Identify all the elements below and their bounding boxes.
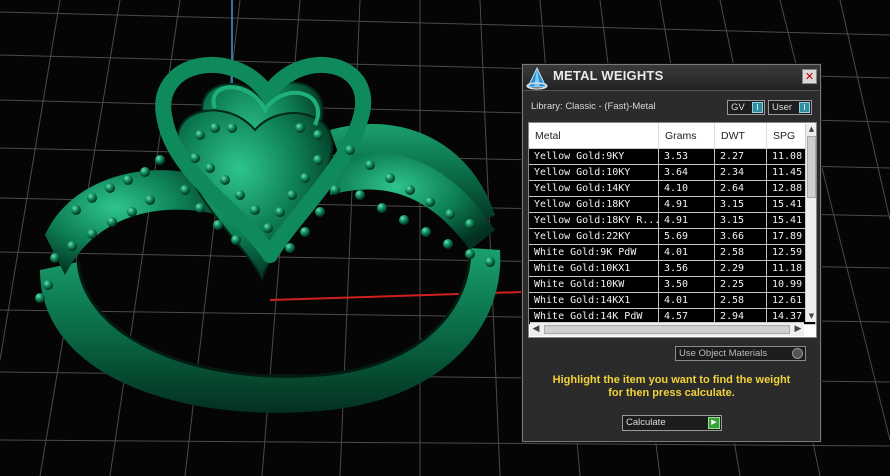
dwt-cell: 2.25 bbox=[715, 277, 767, 292]
grams-cell: 4.91 bbox=[659, 197, 715, 212]
use-object-materials-label: Use Object Materials bbox=[679, 348, 768, 359]
horizontal-scroll-thumb[interactable] bbox=[544, 325, 790, 334]
library-bar: Library: Classic - (Fast)-Metal GV I Use… bbox=[523, 91, 820, 121]
grams-cell: 4.10 bbox=[659, 181, 715, 196]
user-toggle-label: User bbox=[772, 102, 793, 113]
table-row[interactable]: Yellow Gold:18KY 4.91 3.15 15.41 bbox=[529, 197, 816, 213]
metal-cell: Yellow Gold:18KY bbox=[529, 197, 659, 212]
horizontal-scrollbar[interactable]: ◀ ▶ bbox=[530, 322, 804, 336]
grams-cell: 3.53 bbox=[659, 149, 715, 164]
pyramid-logo-icon bbox=[526, 66, 548, 90]
metal-cell: Yellow Gold:14KY bbox=[529, 181, 659, 196]
calculate-label: Calculate bbox=[626, 417, 666, 428]
grams-cell: 4.01 bbox=[659, 293, 715, 308]
instructions-text: Highlight the item you want to find the … bbox=[533, 374, 810, 400]
dwt-cell: 3.15 bbox=[715, 213, 767, 228]
instructions-line-1: Highlight the item you want to find the … bbox=[552, 374, 791, 386]
table-row[interactable]: White Gold:14KX1 4.01 2.58 12.61 bbox=[529, 293, 816, 309]
close-button[interactable]: ✕ bbox=[802, 69, 817, 84]
library-label: Library: Classic - (Fast)-Metal bbox=[531, 101, 656, 112]
column-header-dwt[interactable]: DWT bbox=[715, 123, 767, 149]
metal-cell: Yellow Gold:10KY bbox=[529, 165, 659, 180]
dwt-cell: 2.58 bbox=[715, 293, 767, 308]
dwt-cell: 3.15 bbox=[715, 197, 767, 212]
scroll-down-icon[interactable]: ▼ bbox=[806, 311, 816, 322]
ring-model bbox=[40, 56, 501, 413]
table-body: Yellow Gold:9KY 3.53 2.27 11.08 Yellow Gold:… bbox=[529, 149, 816, 325]
use-object-materials-toggle[interactable]: Use Object Materials bbox=[675, 346, 806, 361]
panel-title: METAL WEIGHTS bbox=[553, 68, 664, 83]
metal-cell: White Gold:10KW bbox=[529, 277, 659, 292]
scroll-left-icon[interactable]: ◀ bbox=[530, 323, 542, 336]
gv-toggle-label: GV bbox=[731, 102, 745, 113]
instructions-line-2: for then press calculate. bbox=[608, 387, 735, 399]
vertical-scrollbar[interactable]: ▲ ▼ bbox=[805, 124, 816, 322]
metal-cell: White Gold:9K PdW bbox=[529, 245, 659, 260]
radio-icon bbox=[792, 348, 803, 359]
grams-cell: 5.69 bbox=[659, 229, 715, 244]
table-row[interactable]: Yellow Gold:10KY 3.64 2.34 11.45 bbox=[529, 165, 816, 181]
grams-cell: 4.91 bbox=[659, 213, 715, 228]
dwt-cell: 2.58 bbox=[715, 245, 767, 260]
grams-cell: 3.64 bbox=[659, 165, 715, 180]
panel-titlebar[interactable]: METAL WEIGHTS ✕ bbox=[523, 65, 820, 91]
table-row[interactable]: White Gold:10KW 3.50 2.25 10.99 bbox=[529, 277, 816, 293]
gv-toggle[interactable]: GV I bbox=[727, 100, 765, 115]
table-row[interactable]: Yellow Gold:18KY R... 4.91 3.15 15.41 bbox=[529, 213, 816, 229]
grams-cell: 3.56 bbox=[659, 261, 715, 276]
dwt-cell: 3.66 bbox=[715, 229, 767, 244]
metal-weights-panel: METAL WEIGHTS ✕ Library: Classic - (Fast… bbox=[522, 64, 821, 442]
table-header: Metal Grams DWT SPG bbox=[529, 123, 816, 149]
vertical-scroll-thumb[interactable] bbox=[807, 136, 816, 198]
column-header-grams[interactable]: Grams bbox=[659, 123, 715, 149]
metal-table[interactable]: Metal Grams DWT SPG Yellow Gold:9KY 3.53 2… bbox=[528, 122, 817, 338]
gv-toggle-indicator: I bbox=[752, 102, 763, 113]
user-toggle[interactable]: User I bbox=[768, 100, 812, 115]
calculate-button[interactable]: Calculate ▶ bbox=[622, 415, 722, 431]
grams-cell: 4.01 bbox=[659, 245, 715, 260]
metal-cell: White Gold:14KX1 bbox=[529, 293, 659, 308]
table-row[interactable]: Yellow Gold:14KY 4.10 2.64 12.88 bbox=[529, 181, 816, 197]
scroll-right-icon[interactable]: ▶ bbox=[792, 323, 804, 336]
dwt-cell: 2.34 bbox=[715, 165, 767, 180]
metal-cell: Yellow Gold:9KY bbox=[529, 149, 659, 164]
grams-cell: 3.50 bbox=[659, 277, 715, 292]
dwt-cell: 2.27 bbox=[715, 149, 767, 164]
play-arrow-icon: ▶ bbox=[708, 417, 720, 429]
metal-cell: Yellow Gold:18KY R... bbox=[529, 213, 659, 228]
metal-cell: White Gold:10KX1 bbox=[529, 261, 659, 276]
user-toggle-indicator: I bbox=[799, 102, 810, 113]
table-row[interactable]: Yellow Gold:9KY 3.53 2.27 11.08 bbox=[529, 149, 816, 165]
scroll-up-icon[interactable]: ▲ bbox=[806, 124, 816, 135]
column-header-metal[interactable]: Metal bbox=[529, 123, 659, 149]
table-row[interactable]: White Gold:10KX1 3.56 2.29 11.18 bbox=[529, 261, 816, 277]
table-row[interactable]: Yellow Gold:22KY 5.69 3.66 17.89 bbox=[529, 229, 816, 245]
dwt-cell: 2.64 bbox=[715, 181, 767, 196]
dwt-cell: 2.29 bbox=[715, 261, 767, 276]
table-row[interactable]: White Gold:9K PdW 4.01 2.58 12.59 bbox=[529, 245, 816, 261]
metal-cell: Yellow Gold:22KY bbox=[529, 229, 659, 244]
